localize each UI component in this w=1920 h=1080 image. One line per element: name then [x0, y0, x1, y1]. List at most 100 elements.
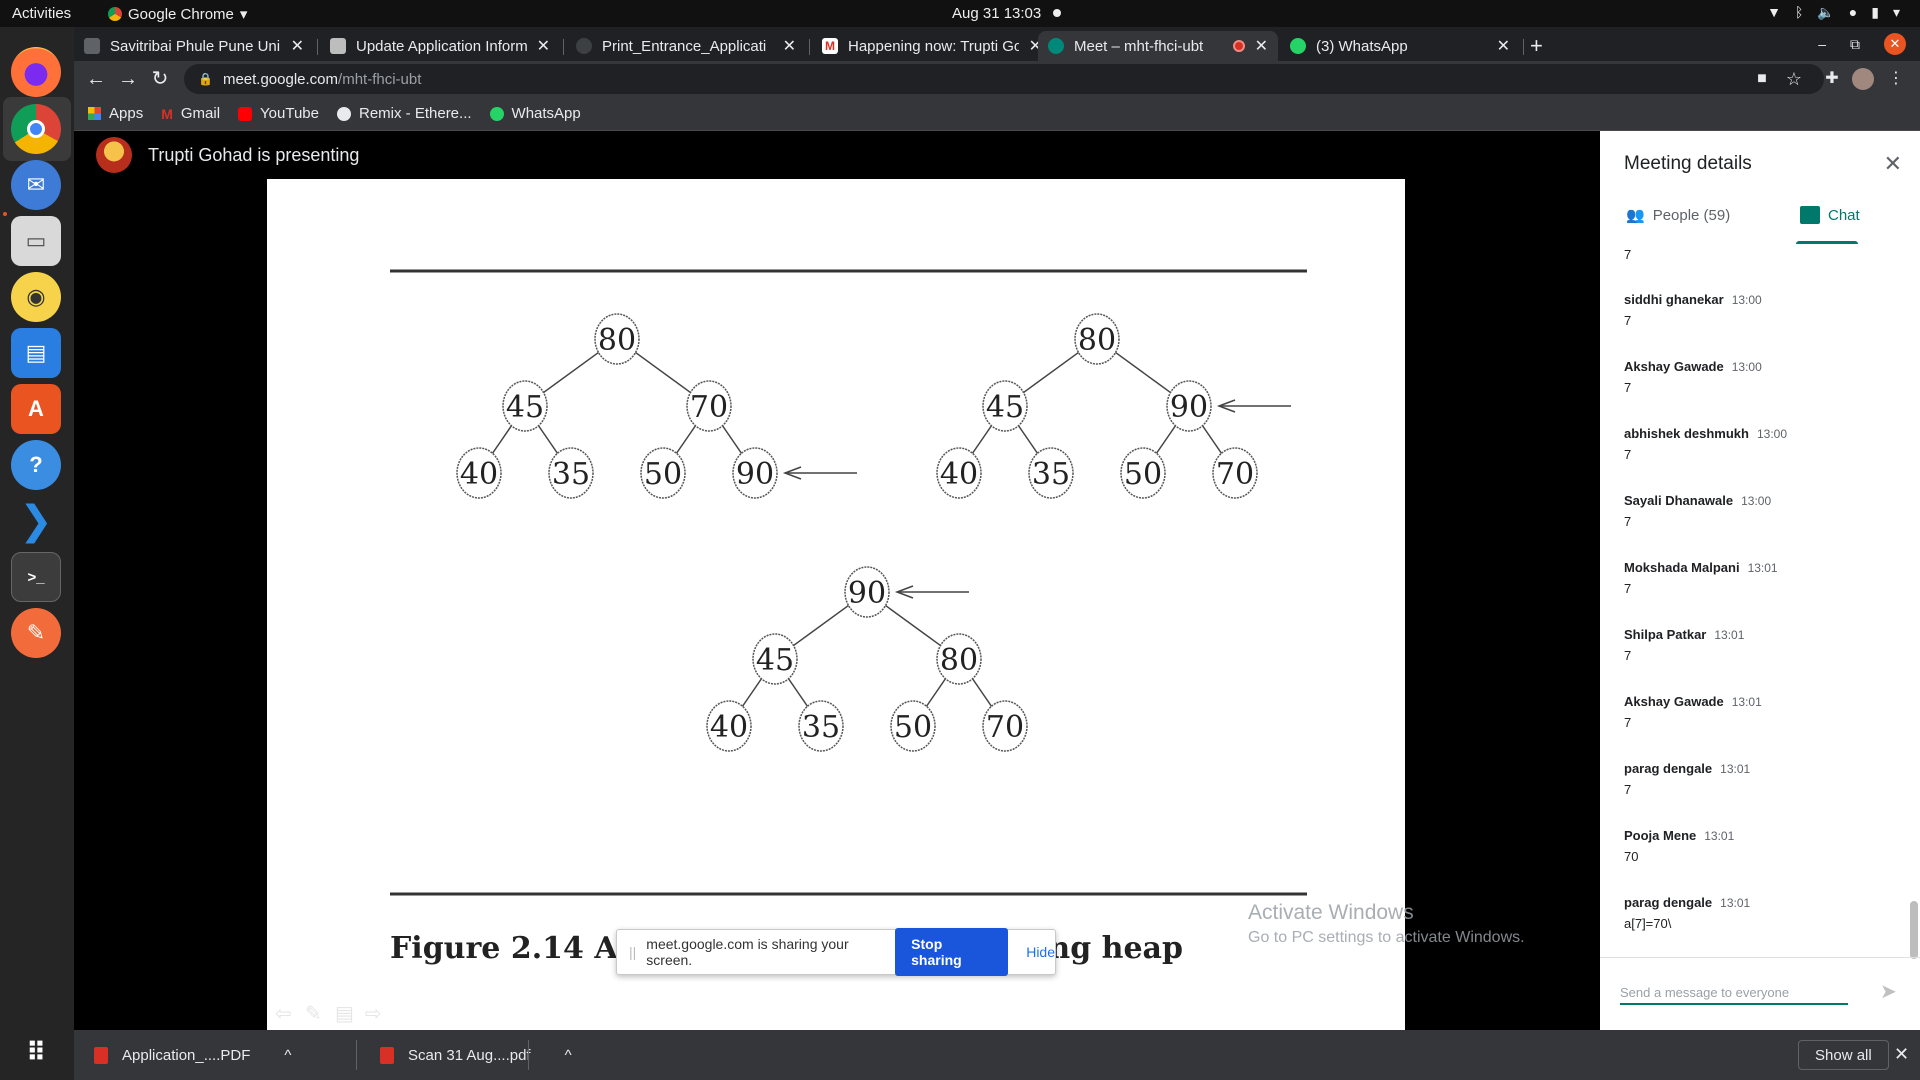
app-name: Google Chrome	[128, 5, 234, 23]
chevron-up-icon[interactable]: ^	[284, 1047, 291, 1064]
pen-icon[interactable]: ✎	[305, 1001, 322, 1026]
clock[interactable]: Aug 31 13:03	[952, 5, 1041, 22]
bookmark-youtube[interactable]: YouTube	[238, 105, 319, 122]
profile-avatar[interactable]	[1852, 68, 1874, 90]
drag-handle-icon[interactable]: ||	[629, 944, 636, 960]
tab-gmail[interactable]: M Happening now: Trupti Go ✕	[812, 31, 1052, 61]
chat-message-input[interactable]: Send a message to everyone	[1620, 981, 1848, 1005]
bookmark-gmail[interactable]: M Gmail	[161, 105, 220, 122]
download-item[interactable]: Scan 31 Aug....pdf ^	[380, 1030, 572, 1080]
chevron-up-icon[interactable]: ^	[565, 1047, 572, 1064]
help-icon[interactable]: ?	[11, 440, 61, 490]
menu-icon[interactable]: ▤	[335, 1001, 354, 1026]
reload-icon[interactable]: ↻	[148, 67, 172, 91]
send-icon[interactable]: ➤	[1880, 979, 1897, 1004]
show-applications-icon[interactable]: ⠿	[11, 1027, 61, 1077]
firefox-icon[interactable]	[11, 47, 61, 97]
stop-sharing-button[interactable]: Stop sharing	[895, 928, 1009, 976]
chat-message: Akshay Gawade 13:00 7	[1624, 359, 1762, 395]
extensions-icon[interactable]: ✚	[1820, 67, 1844, 91]
vscode-icon[interactable]: ❯	[11, 496, 61, 546]
chat-scrollbar[interactable]	[1910, 901, 1918, 959]
recording-icon	[1232, 40, 1245, 52]
tab-update-application[interactable]: Update Application Inform ✕	[320, 31, 560, 61]
close-icon[interactable]: ✕	[537, 36, 550, 56]
watermark-line2: Go to PC settings to activate Windows.	[1248, 929, 1525, 946]
browser-toolbar: ← → ↻ 🔒 meet.google.com/mht-fhci-ubt ■ ☆…	[74, 61, 1920, 97]
tab-title: Savitribai Phule Pune Uni	[110, 37, 281, 55]
window-close-icon[interactable]: ✕	[1884, 33, 1906, 55]
show-all-button[interactable]: Show all	[1798, 1040, 1889, 1070]
screen-share-banner: || meet.google.com is sharing your scree…	[616, 928, 1056, 976]
files-icon[interactable]: ▭	[11, 216, 61, 266]
writer-icon[interactable]: ▤	[11, 328, 61, 378]
chat-icon	[1800, 206, 1820, 224]
heap-node-label: 45	[506, 390, 544, 425]
tab-savitribai[interactable]: Savitribai Phule Pune Uni ✕	[74, 31, 314, 61]
download-item[interactable]: Application_....PDF ^	[94, 1030, 291, 1080]
chat-message: abhishek deshmukh 13:00 7	[1624, 426, 1787, 462]
forward-icon[interactable]: →	[116, 67, 140, 91]
window-controls: – ⧉ ✕	[1818, 27, 1920, 61]
tab-whatsapp[interactable]: (3) WhatsApp ✕	[1280, 31, 1520, 61]
thunderbird-icon[interactable]: ✉	[11, 160, 61, 210]
bookmark-label: Gmail	[180, 105, 221, 122]
next-slide-icon[interactable]: ⇨	[365, 1001, 382, 1026]
address-bar[interactable]: 🔒 meet.google.com/mht-fhci-ubt	[184, 64, 1824, 94]
bookmark-label: Remix - Ethere...	[359, 105, 472, 122]
tab-meet[interactable]: Meet – mht-fhci-ubt ✕	[1038, 31, 1278, 61]
prev-slide-icon[interactable]: ⇦	[275, 1001, 292, 1026]
heap-node-label: 80	[940, 643, 978, 678]
tree-edge	[786, 676, 810, 709]
chat-message: parag dengale 13:01 7	[1624, 761, 1750, 797]
bookmark-whatsapp[interactable]: WhatsApp	[489, 105, 581, 122]
tab-chat[interactable]: Chat	[1800, 195, 1860, 235]
gnome-top-bar: Activities Google Chrome ▾ Aug 31 13:03 …	[0, 0, 1920, 27]
bookmark-apps[interactable]: Apps	[88, 105, 143, 122]
close-icon[interactable]: ✕	[1894, 1044, 1909, 1065]
menu-icon[interactable]: ⋮	[1884, 67, 1908, 91]
sender-name: Pooja Mene	[1624, 828, 1697, 843]
close-icon[interactable]: ✕	[291, 36, 304, 56]
meeting-details-panel: Meeting details ✕ 👥 People (59) Chat 7 s…	[1600, 131, 1920, 1030]
heap-node-label: 80	[1078, 323, 1116, 358]
tab-indicator	[1796, 241, 1858, 244]
message-text: 7	[1624, 313, 1632, 328]
back-icon[interactable]: ←	[84, 67, 108, 91]
close-icon[interactable]: ✕	[1255, 36, 1268, 56]
chevron-down-icon: ▾	[239, 6, 248, 23]
new-tab-icon[interactable]: +	[1530, 33, 1543, 59]
activities-button[interactable]: Activities	[12, 5, 71, 22]
software-center-icon[interactable]: A	[11, 384, 61, 434]
minimize-icon[interactable]: –	[1818, 36, 1826, 52]
chrome-dock-icon[interactable]	[11, 104, 61, 154]
hide-button[interactable]: Hide	[1026, 944, 1055, 960]
postman-icon[interactable]: ✎	[11, 608, 61, 658]
message-time: 13:01	[1747, 561, 1778, 575]
presenter-bar: Trupti Gohad is presenting	[74, 131, 1600, 179]
chat-messages[interactable]: 7 siddhi ghanekar 13:00 7 Akshay Gawade 13…	[1600, 247, 1920, 952]
bookmark-remix[interactable]: Remix - Ethere...	[337, 105, 472, 122]
sender-name: abhishek deshmukh	[1624, 426, 1749, 441]
message-time: 13:01	[1714, 628, 1745, 642]
rhythmbox-icon[interactable]: ◉	[11, 272, 61, 322]
tab-people[interactable]: 👥 People (59)	[1626, 195, 1730, 235]
divider	[1600, 957, 1920, 958]
terminal-icon[interactable]: >_	[11, 552, 61, 602]
tab-title: Update Application Inform	[356, 37, 527, 55]
heap-node-label: 45	[986, 390, 1024, 425]
lock-icon: 🔒	[198, 72, 213, 86]
tree-edge	[542, 351, 600, 394]
system-tray[interactable]: ▼ ᛒ 🔈 ● ▮ ▾	[1767, 4, 1900, 21]
tab-print-entrance[interactable]: Print_Entrance_Applicati ✕	[566, 31, 806, 61]
close-icon[interactable]: ✕	[1497, 36, 1510, 56]
download-filename: Scan 31 Aug....pdf	[408, 1046, 531, 1064]
camera-icon[interactable]: ■	[1750, 67, 1774, 91]
star-icon[interactable]: ☆	[1782, 67, 1806, 91]
tree-edge	[1154, 423, 1178, 456]
dock: ✉ ▭ ◉ ▤ A ? ❯ >_ ✎ ⠿	[0, 27, 74, 1080]
restore-icon[interactable]: ⧉	[1850, 36, 1860, 53]
app-menu[interactable]: Google Chrome ▾	[108, 5, 247, 23]
close-icon[interactable]: ✕	[1884, 151, 1902, 177]
close-icon[interactable]: ✕	[783, 36, 796, 56]
